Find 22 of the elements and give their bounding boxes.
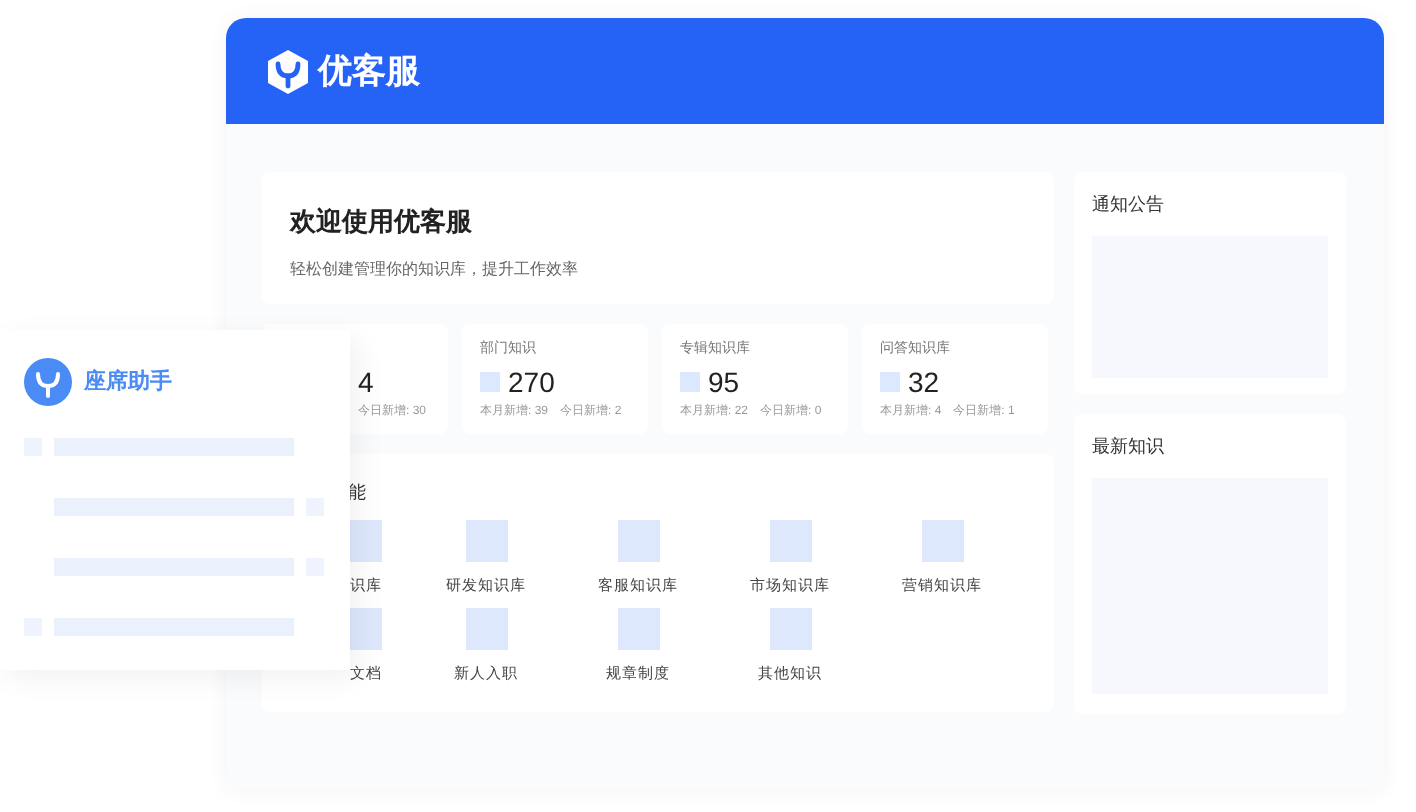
placeholder-square-icon xyxy=(769,519,811,561)
brand-name: 优客服 xyxy=(318,49,420,94)
placeholder-square-icon xyxy=(769,607,811,650)
stat-value: 32 xyxy=(908,366,940,398)
placeholder-square-icon xyxy=(617,519,659,561)
assistant-title: 座席助手 xyxy=(84,367,172,398)
placeholder-square-icon xyxy=(465,519,507,561)
welcome-title: 欢迎使用优客服 xyxy=(290,204,474,240)
stat-value: 4 xyxy=(358,366,374,398)
assistant-logo-icon xyxy=(24,358,72,406)
stat-value: 95 xyxy=(708,366,740,398)
placeholder-square-icon xyxy=(480,372,500,392)
side-card-title: 最新知识 xyxy=(1092,434,1166,460)
welcome-subtitle: 轻松创建管理你的知识库，提升工作效率 xyxy=(290,257,580,281)
placeholder-square-icon xyxy=(921,519,963,561)
side-card-title: 通知公告 xyxy=(1092,192,1166,218)
placeholder-square-icon xyxy=(880,372,900,392)
logo-icon xyxy=(266,47,310,95)
placeholder-square-icon xyxy=(465,607,507,650)
placeholder-square-icon xyxy=(617,607,659,650)
placeholder-square-icon xyxy=(680,372,700,392)
stat-value: 270 xyxy=(508,366,555,398)
